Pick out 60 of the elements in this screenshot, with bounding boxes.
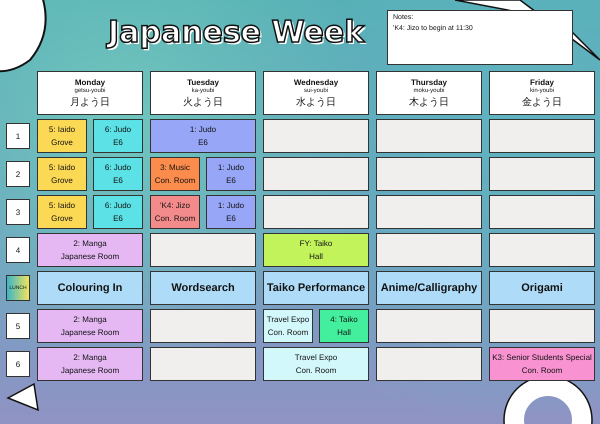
lesson-room: E6 xyxy=(198,138,208,147)
period-label: 4 xyxy=(6,237,30,263)
lesson-room: Con. Room xyxy=(268,328,308,337)
day-kanji: 木よう日 xyxy=(409,96,449,108)
lesson-title: 1: Judo xyxy=(190,125,216,134)
period-label: 2 xyxy=(6,161,30,187)
lesson-room: Japanese Room xyxy=(60,328,120,337)
lesson-room: Hall xyxy=(309,252,323,261)
lesson-room: Grove xyxy=(51,138,73,147)
lesson-room: E6 xyxy=(113,176,123,185)
lesson-room: Con. Room xyxy=(154,176,196,185)
lesson-title: 1: Judo xyxy=(218,201,244,210)
lunch-activity: Taiko Performance xyxy=(263,271,369,305)
lesson-title: 2: Manga xyxy=(73,239,107,248)
lesson-room: Con. Room xyxy=(296,366,336,375)
lesson-title: 5: Iaido xyxy=(48,201,76,210)
day-kanji: 金よう日 xyxy=(522,96,562,108)
lesson-title: 'K4: Jizo xyxy=(160,201,190,210)
lesson-title: 3: Music xyxy=(160,163,190,172)
page-title: Japanese Week xyxy=(108,14,364,52)
lesson-title: 2: Manga xyxy=(73,315,107,324)
lesson-room: Japanese Room xyxy=(60,366,120,375)
lesson-title: Travel Expo xyxy=(294,353,338,362)
day-name: Tuesday xyxy=(187,78,219,86)
lunch-activity: Origami xyxy=(489,271,595,305)
lunch-activity: Anime/Calligraphy xyxy=(376,271,482,305)
lesson-title: Travel Expo xyxy=(266,315,310,324)
lesson-title: 4: Taiko xyxy=(330,315,358,324)
lesson-room: Hall xyxy=(337,328,351,337)
lesson-title: 6: Judo xyxy=(104,163,132,172)
lesson-room: E6 xyxy=(226,214,236,223)
lesson-room: E6 xyxy=(226,176,236,185)
lesson-room: E6 xyxy=(113,214,123,223)
day-name: Monday xyxy=(74,78,106,86)
day-kanji: 火よう日 xyxy=(183,96,223,108)
lunch-activity: Wordsearch xyxy=(150,271,256,305)
period-label: 5 xyxy=(6,313,30,339)
day-name: Friday xyxy=(530,78,554,86)
lesson-room: E6 xyxy=(113,138,123,147)
period-label: 6 xyxy=(6,351,30,377)
period-label: 1 xyxy=(6,123,30,149)
lesson-title: FY: Taiko xyxy=(300,239,332,248)
lesson-room: Japanese Room xyxy=(60,252,120,261)
day-kanji: 水よう日 xyxy=(296,96,336,108)
day-kanji: 月よう日 xyxy=(70,96,110,108)
lesson-room: Grove xyxy=(51,214,73,223)
lesson-room: Grove xyxy=(51,176,73,185)
day-name: Thursday xyxy=(410,78,447,86)
lesson-title: 5: Iaido xyxy=(48,125,76,134)
day-name: Wednesday xyxy=(294,78,338,86)
lesson-title: 6: Judo xyxy=(104,201,132,210)
lesson-title: 2: Manga xyxy=(73,353,107,362)
lesson-title: 5: Iaido xyxy=(48,163,76,172)
lesson-room: Con. Room xyxy=(154,214,196,223)
period-label: 3 xyxy=(6,199,30,225)
lesson-title: K3: Senior Students Special xyxy=(492,353,592,362)
lesson-title: 6: Judo xyxy=(104,125,132,134)
lesson-title: 1: Judo xyxy=(218,163,244,172)
lesson-room: Con. Room xyxy=(522,366,562,375)
lunch-activity: Colouring In xyxy=(37,271,143,305)
